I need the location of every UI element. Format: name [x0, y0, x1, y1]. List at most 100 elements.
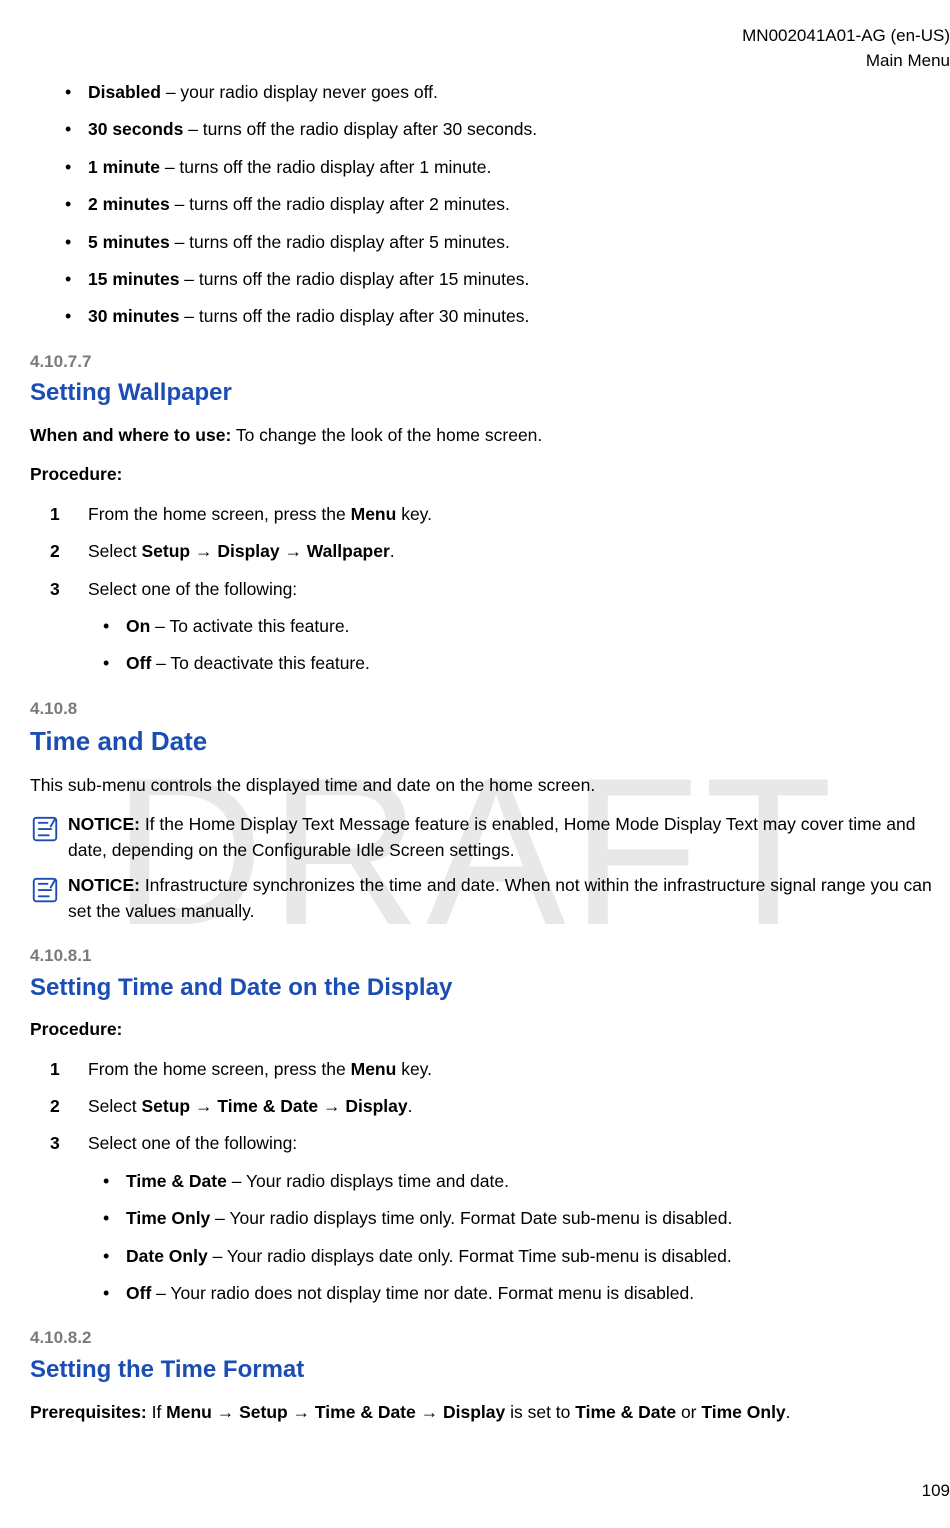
- section-title: Setting Wallpaper: [30, 376, 942, 411]
- procedure-steps: 1From the home screen, press the Menu ke…: [30, 502, 942, 677]
- list-desc: – Your radio displays time only. Format …: [210, 1208, 732, 1228]
- prereq-bold: Menu → Setup → Time & Date → Display: [166, 1402, 505, 1422]
- option-list: On – To activate this feature. Off – To …: [68, 614, 942, 677]
- when-where-text: To change the look of the home screen.: [231, 425, 542, 445]
- list-item: 30 minutes – turns off the radio display…: [30, 304, 942, 329]
- list-item: 2 minutes – turns off the radio display …: [30, 192, 942, 217]
- list-desc: – turns off the radio display after 15 m…: [179, 269, 529, 289]
- when-where-paragraph: When and where to use: To change the loo…: [30, 423, 942, 448]
- list-item: 15 minutes – turns off the radio display…: [30, 267, 942, 292]
- section-title: Setting Time and Date on the Display: [30, 971, 942, 1006]
- list-desc: – To activate this feature.: [150, 616, 349, 636]
- list-desc: – turns off the radio display after 5 mi…: [170, 232, 510, 252]
- list-desc: – turns off the radio display after 30 m…: [179, 306, 529, 326]
- procedure-label: Procedure:: [30, 1017, 942, 1042]
- step-number: 1: [50, 1057, 60, 1082]
- list-item: 5 minutes – turns off the radio display …: [30, 230, 942, 255]
- step-item: 1From the home screen, press the Menu ke…: [30, 502, 942, 527]
- prereq-text: is set to: [505, 1402, 575, 1422]
- step-item: 1 From the home screen, press the Menu ke…: [30, 1057, 942, 1082]
- list-desc: – To deactivate this feature.: [151, 653, 370, 673]
- list-desc: – Your radio displays time and date.: [227, 1171, 509, 1191]
- page-number: 109: [922, 1479, 950, 1504]
- prerequisites-label: Prerequisites:: [30, 1402, 147, 1422]
- list-item: On – To activate this feature.: [68, 614, 942, 639]
- list-item: Time Only – Your radio displays time onl…: [68, 1206, 942, 1231]
- notice-text: NOTICE: If the Home Display Text Message…: [68, 812, 942, 863]
- document-page: MN002041A01-AG (en-US) Main Menu DRAFT D…: [0, 0, 950, 1528]
- step-bold: Setup → Display → Wallpaper: [142, 541, 390, 561]
- section-title: Time and Date: [30, 723, 942, 761]
- list-item: 30 seconds – turns off the radio display…: [30, 117, 942, 142]
- list-item: Disabled – your radio display never goes…: [30, 80, 942, 105]
- step-item: 3 Select one of the following: Time & Dat…: [30, 1131, 942, 1306]
- list-term: Date Only: [126, 1246, 208, 1266]
- step-text: Select one of the following:: [88, 1133, 297, 1153]
- list-term: 15 minutes: [88, 269, 179, 289]
- option-list: Time & Date – Your radio displays time a…: [68, 1169, 942, 1307]
- step-item: 2 Select Setup → Time & Date → Display.: [30, 1094, 942, 1119]
- prereq-bold: Time Only: [701, 1402, 785, 1422]
- step-text: From the home screen, press the: [88, 504, 351, 524]
- section-number: 4.10.8.1: [30, 944, 942, 969]
- list-desc: – Your radio does not display time nor d…: [151, 1283, 694, 1303]
- section-number: 4.10.8.2: [30, 1326, 942, 1351]
- list-term: 30 minutes: [88, 306, 179, 326]
- step-post: key.: [396, 1059, 432, 1079]
- section-title: Setting the Time Format: [30, 1353, 942, 1388]
- step-item: 3 Select one of the following: On – To ac…: [30, 577, 942, 677]
- section-intro: This sub-menu controls the displayed tim…: [30, 773, 942, 798]
- list-desc: – Your radio displays date only. Format …: [208, 1246, 732, 1266]
- notice-label: NOTICE:: [68, 875, 140, 895]
- step-text: Select one of the following:: [88, 579, 297, 599]
- list-desc: – turns off the radio display after 2 mi…: [170, 194, 510, 214]
- notice-body: Infrastructure synchronizes the time and…: [68, 875, 932, 920]
- list-term: 30 seconds: [88, 119, 183, 139]
- list-item: Time & Date – Your radio displays time a…: [68, 1169, 942, 1194]
- step-item: 2 Select Setup → Display → Wallpaper.: [30, 539, 942, 564]
- notice-block: NOTICE: Infrastructure synchronizes the …: [30, 873, 942, 924]
- prereq-text: If: [147, 1402, 166, 1422]
- list-term: Time Only: [126, 1208, 210, 1228]
- step-post: .: [408, 1096, 413, 1116]
- list-item: Date Only – Your radio displays date onl…: [68, 1244, 942, 1269]
- step-number: 3: [50, 577, 60, 602]
- list-term: Disabled: [88, 82, 161, 102]
- procedure-label: Procedure:: [30, 462, 942, 487]
- list-item: 1 minute – turns off the radio display a…: [30, 155, 942, 180]
- notice-icon: [30, 875, 60, 905]
- procedure-steps: 1 From the home screen, press the Menu ke…: [30, 1057, 942, 1307]
- notice-icon: [30, 814, 60, 844]
- section-number: 4.10.8: [30, 697, 942, 722]
- prerequisites-paragraph: Prerequisites: If Menu → Setup → Time & …: [30, 1400, 942, 1425]
- prereq-text: or: [676, 1402, 701, 1422]
- when-where-label: When and where to use:: [30, 425, 231, 445]
- list-term: Time & Date: [126, 1171, 227, 1191]
- content-area: Disabled – your radio display never goes…: [0, 24, 950, 1425]
- list-desc: – turns off the radio display after 30 s…: [183, 119, 537, 139]
- section-number: 4.10.7.7: [30, 350, 942, 375]
- notice-label: NOTICE:: [68, 814, 140, 834]
- step-bold: Setup → Time & Date → Display: [142, 1096, 408, 1116]
- step-number: 2: [50, 539, 60, 564]
- notice-block: NOTICE: If the Home Display Text Message…: [30, 812, 942, 863]
- list-item: Off – Your radio does not display time n…: [68, 1281, 942, 1306]
- list-desc: – turns off the radio display after 1 mi…: [160, 157, 491, 177]
- list-term: Off: [126, 1283, 151, 1303]
- step-bold: Menu: [351, 1059, 397, 1079]
- list-desc: – your radio display never goes off.: [161, 82, 438, 102]
- list-item: Off – To deactivate this feature.: [68, 651, 942, 676]
- notice-text: NOTICE: Infrastructure synchronizes the …: [68, 873, 942, 924]
- step-number: 3: [50, 1131, 60, 1156]
- step-post: key.: [396, 504, 432, 524]
- step-text: From the home screen, press the: [88, 1059, 351, 1079]
- step-bold: Menu: [351, 504, 397, 524]
- list-term: 1 minute: [88, 157, 160, 177]
- step-text: Select: [88, 1096, 142, 1116]
- prereq-text: .: [786, 1402, 791, 1422]
- list-term: 2 minutes: [88, 194, 170, 214]
- notice-body: If the Home Display Text Message feature…: [68, 814, 916, 859]
- step-number: 2: [50, 1094, 60, 1119]
- step-text: Select: [88, 541, 142, 561]
- step-post: .: [390, 541, 395, 561]
